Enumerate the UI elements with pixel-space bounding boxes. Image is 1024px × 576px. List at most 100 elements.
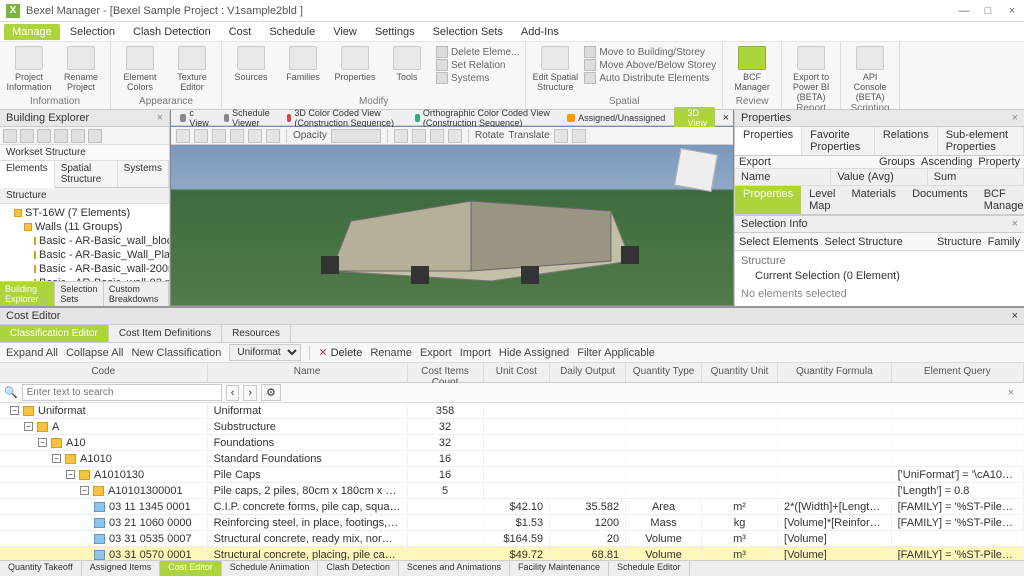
filter-applicable-button[interactable]: Filter Applicable [577, 347, 655, 359]
col-header[interactable]: Value (Avg) [831, 169, 927, 185]
footer-tab[interactable]: Schedule Editor [609, 561, 690, 576]
column-header[interactable]: Cost Items Count [408, 363, 484, 382]
tool-icon[interactable] [572, 129, 586, 143]
close-panel-icon[interactable]: × [1012, 310, 1018, 322]
export-button[interactable]: Export [420, 347, 452, 359]
ribbon-button[interactable]: Rename Project [58, 44, 104, 92]
selection-tab[interactable]: Properties [735, 186, 801, 214]
explorer-bottom-tab[interactable]: Selection Sets [55, 282, 104, 306]
ribbon-button[interactable]: BCF Manager [729, 44, 775, 92]
tool-icon[interactable] [430, 129, 444, 143]
tool-icon[interactable] [230, 129, 244, 143]
footer-tab[interactable]: Cost Editor [160, 561, 222, 576]
column-header[interactable]: Element Query [892, 363, 1024, 382]
collapse-all-button[interactable]: Collapse All [66, 347, 123, 359]
menu-tab[interactable]: Cost [221, 24, 260, 40]
new-classification-button[interactable]: New Classification [131, 347, 221, 359]
maximize-button[interactable]: □ [982, 5, 994, 17]
ribbon-small-button[interactable]: Move to Building/Storey [584, 46, 716, 58]
tool-icon[interactable] [554, 129, 568, 143]
view-tab[interactable]: Assigned/Unassigned [562, 112, 670, 124]
ribbon-small-button[interactable]: Move Above/Below Storey [584, 59, 716, 71]
tool-icon[interactable] [448, 129, 462, 143]
footer-tab[interactable]: Quantity Takeoff [0, 561, 82, 576]
translate-label[interactable]: Translate [508, 130, 549, 141]
tool-icon[interactable] [194, 129, 208, 143]
menu-tab[interactable]: Manage [4, 24, 60, 40]
column-header[interactable]: Quantity Type [626, 363, 702, 382]
close-button[interactable]: × [1006, 5, 1018, 17]
tool-icon[interactable] [266, 129, 280, 143]
delete-button[interactable]: ✕ Delete [318, 346, 362, 359]
ribbon-button[interactable]: Properties [332, 44, 378, 82]
explorer-subtab[interactable]: Elements [0, 161, 55, 188]
explorer-bottom-tab[interactable]: Custom Breakdowns [104, 282, 169, 306]
select-structure-button[interactable]: Select Structure [824, 236, 902, 248]
col-header[interactable]: Sum [928, 169, 1024, 185]
rotate-label[interactable]: Rotate [475, 130, 504, 141]
close-panel-icon[interactable]: × [1012, 112, 1018, 124]
tool-icon[interactable] [71, 129, 85, 143]
tool-icon[interactable] [54, 129, 68, 143]
ribbon-button[interactable]: Export to Power BI (BETA) [788, 44, 834, 102]
tool-icon[interactable] [20, 129, 34, 143]
tree-node[interactable]: Basic - AR-Basic_Wall_Plasterboard-15... [2, 248, 167, 262]
menu-tab[interactable]: Selection Sets [425, 24, 511, 40]
tree-node[interactable]: Basic - AR-Basic_wall-200mm (6 Elements) [2, 262, 167, 276]
search-input[interactable] [22, 384, 222, 401]
tool-icon[interactable] [394, 129, 408, 143]
element-tree[interactable]: ST-16W (7 Elements)Walls (11 Groups)Basi… [0, 204, 169, 281]
search-settings-button[interactable]: ⚙ [261, 384, 281, 401]
family-dropdown[interactable]: Family [988, 236, 1020, 248]
ribbon-button[interactable]: Tools [384, 44, 430, 82]
selection-tab[interactable]: BCF Manager [976, 186, 1024, 214]
footer-tab[interactable]: Facility Maintenance [510, 561, 609, 576]
close-search-icon[interactable]: × [1002, 387, 1020, 399]
cost-row[interactable]: −A10 Foundations 32 [0, 435, 1024, 451]
selection-tab[interactable]: Materials [843, 186, 904, 214]
selection-tab[interactable]: Level Map [801, 186, 843, 214]
column-header[interactable]: Unit Cost [484, 363, 551, 382]
ribbon-small-button[interactable]: Systems [436, 72, 519, 84]
cost-row[interactable]: −A1010 Standard Foundations 16 [0, 451, 1024, 467]
tool-icon[interactable] [176, 129, 190, 143]
column-header[interactable]: Daily Output [550, 363, 626, 382]
minimize-button[interactable]: — [958, 5, 970, 17]
tool-icon[interactable] [88, 129, 102, 143]
close-panel-icon[interactable]: × [1012, 218, 1018, 230]
cost-tab[interactable]: Resources [222, 325, 291, 342]
cost-row[interactable]: −A1010130 Pile Caps 16 ['UniFormat'] = '… [0, 467, 1024, 483]
expand-icon[interactable]: − [66, 470, 75, 479]
tool-icon[interactable] [212, 129, 226, 143]
explorer-subtab[interactable]: Spatial Structure [55, 161, 118, 187]
hide-assigned-button[interactable]: Hide Assigned [499, 347, 569, 359]
menu-tab[interactable]: Clash Detection [125, 24, 219, 40]
cost-tab[interactable]: Classification Editor [0, 325, 109, 342]
tool-icon[interactable] [37, 129, 51, 143]
explorer-bottom-tab[interactable]: Building Explorer [0, 282, 55, 306]
expand-icon[interactable]: − [80, 486, 89, 495]
column-header[interactable]: Code [0, 363, 208, 382]
footer-tab[interactable]: Schedule Animation [222, 561, 319, 576]
menu-tab[interactable]: Selection [62, 24, 123, 40]
cost-row[interactable]: 03 11 1345 0001 C.I.P. concrete forms, p… [0, 499, 1024, 515]
cost-row[interactable]: 03 31 0570 0001 Structural concrete, pla… [0, 547, 1024, 560]
expand-icon[interactable]: − [52, 454, 61, 463]
property-dropdown[interactable]: Property [978, 156, 1020, 168]
menu-tab[interactable]: View [325, 24, 365, 40]
3d-viewport[interactable]: c ViewSchedule Viewer3D Color Coded View… [170, 110, 734, 306]
tree-node[interactable]: ST-16W (7 Elements) [2, 206, 167, 220]
column-header[interactable]: Name [208, 363, 408, 382]
properties-tab[interactable]: Sub-element Properties [938, 127, 1024, 155]
properties-tab[interactable]: Favorite Properties [802, 127, 875, 155]
tool-icon[interactable] [3, 129, 17, 143]
ribbon-small-button[interactable]: Set Relation [436, 59, 519, 71]
explorer-subtab[interactable]: Systems [118, 161, 169, 187]
ascending-toggle[interactable]: Ascending [921, 156, 972, 168]
footer-tab[interactable]: Scenes and Animations [399, 561, 510, 576]
search-next-button[interactable]: › [243, 385, 257, 401]
ribbon-small-button[interactable]: Auto Distribute Elements [584, 72, 716, 84]
footer-tab[interactable]: Clash Detection [318, 561, 399, 576]
classification-select[interactable]: Uniformat [229, 344, 301, 361]
menu-tab[interactable]: Settings [367, 24, 423, 40]
